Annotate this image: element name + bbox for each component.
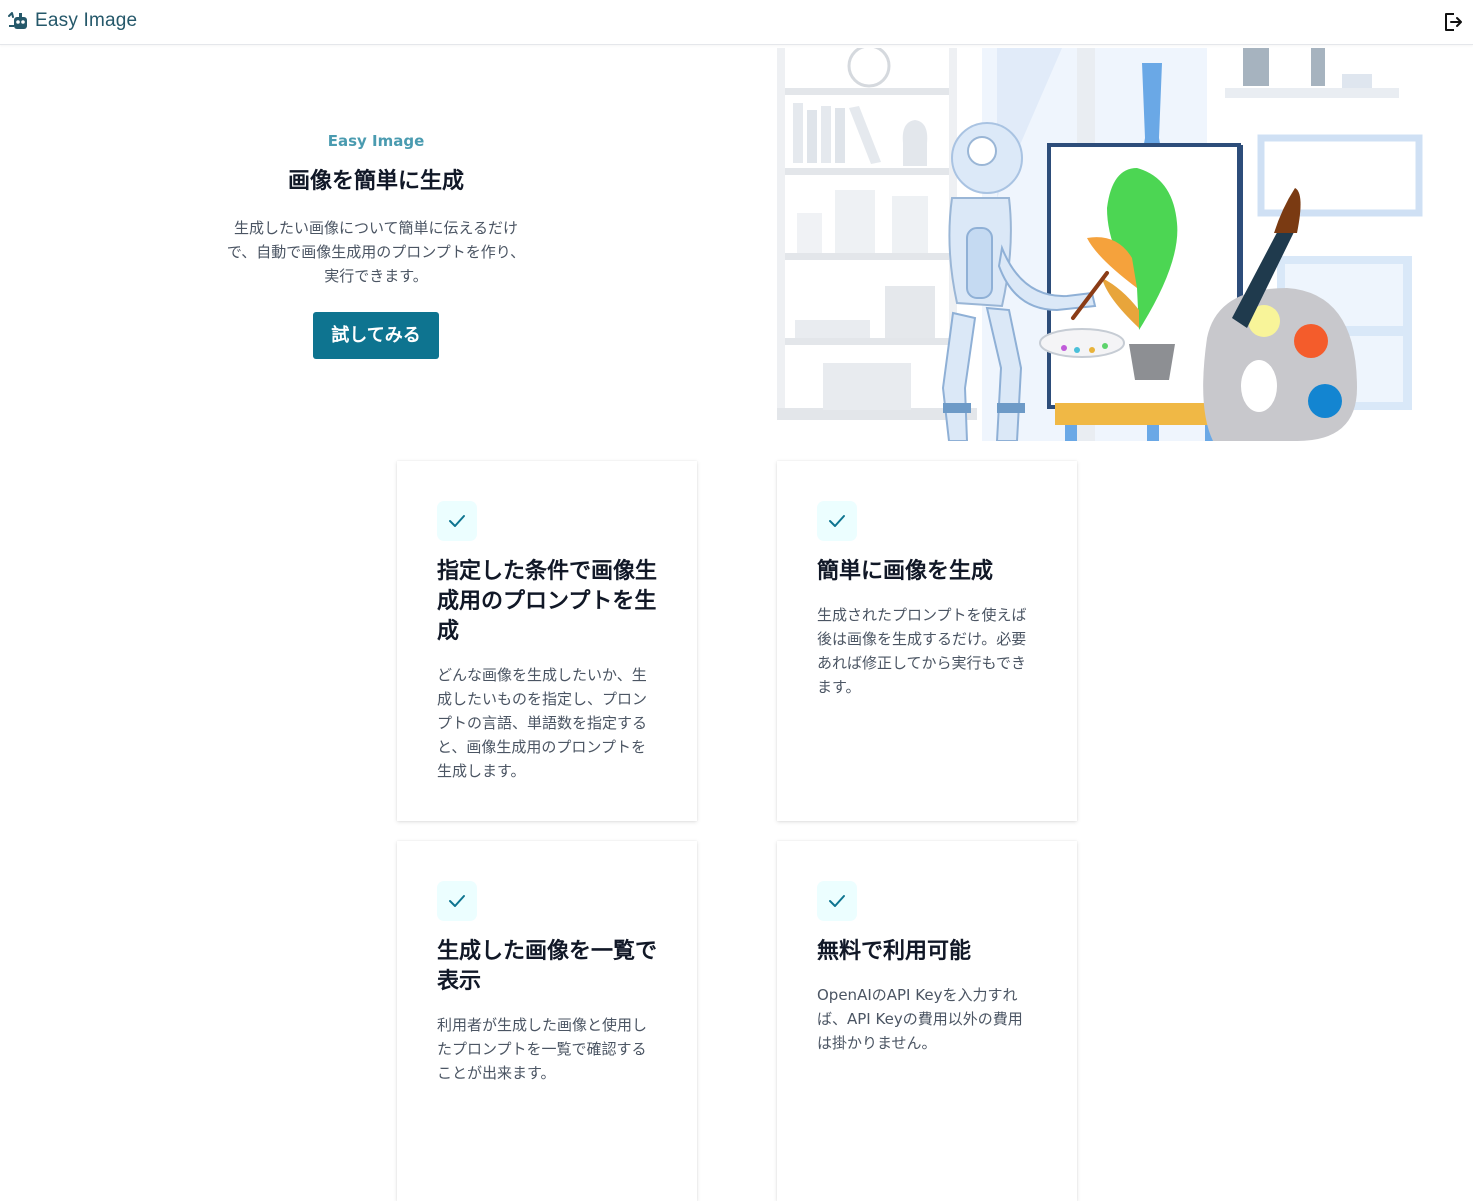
feature-card-generate: 簡単に画像を生成 生成されたプロンプトを使えば後は画像を生成するだけ。必要あれば…	[777, 461, 1077, 821]
feature-text: どんな画像を生成したいか、生成したいものを指定し、プロンプトの言語、単語数を指定…	[437, 666, 648, 780]
hero-eyebrow: Easy Image	[327, 132, 425, 150]
check-badge	[437, 501, 477, 541]
hero-description: 生成したい画像について簡単に伝えるだけで、自動で画像生成用のプロンプトを作り、実…	[226, 219, 526, 285]
feature-text: 生成されたプロンプトを使えば後は画像を生成するだけ。必要あれば修正してから実行も…	[817, 606, 1027, 696]
feature-card-gallery: 生成した画像を一覧で表示 利用者が生成した画像と使用したプロンプトを一覧で確認す…	[397, 841, 697, 1201]
check-badge	[437, 881, 477, 921]
feature-text: OpenAIのAPI Keyを入力すれば、API Keyの費用以外の費用は掛かり…	[817, 986, 1023, 1052]
check-icon	[449, 515, 465, 527]
robot-painter-illustration	[777, 48, 1427, 441]
hero-title: 画像を簡単に生成	[287, 169, 464, 194]
feature-title: 指定した条件で画像生成用のプロンプトを生成	[437, 559, 658, 644]
check-icon	[829, 515, 845, 527]
feature-card-prompt: 指定した条件で画像生成用のプロンプトを生成 どんな画像を生成したいか、生成したい…	[397, 461, 697, 821]
check-icon	[829, 895, 845, 907]
feature-title: 生成した画像を一覧で表示	[437, 939, 658, 994]
try-it-button[interactable]: 試してみる	[313, 312, 439, 359]
check-icon	[449, 895, 465, 907]
robot-painting-icon	[777, 48, 1423, 441]
feature-card-free: 無料で利用可能 OpenAIのAPI Keyを入力すれば、API Keyの費用以…	[777, 841, 1077, 1201]
robot-icon	[8, 12, 27, 29]
hero-section: Easy Image 画像を簡単に生成 生成したい画像について簡単に伝えるだけで…	[200, 130, 552, 359]
logout-icon[interactable]	[1441, 10, 1465, 34]
brand-name: Easy Image	[35, 10, 138, 31]
brand-link[interactable]: Easy Image	[6, 9, 137, 33]
check-badge	[817, 501, 857, 541]
feature-text: 利用者が生成した画像と使用したプロンプトを一覧で確認することが出来ます。	[437, 1016, 648, 1082]
check-badge	[817, 881, 857, 921]
feature-title: 簡単に画像を生成	[817, 559, 994, 584]
feature-title: 無料で利用可能	[817, 939, 972, 964]
top-navbar: Easy Image	[0, 0, 1473, 45]
